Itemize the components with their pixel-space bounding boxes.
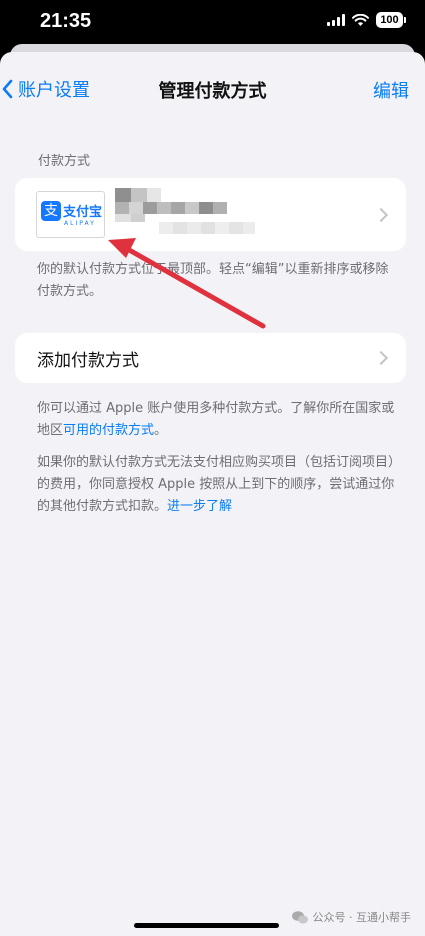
add-payment-method-button[interactable]: 添加付款方式 [15,333,406,383]
alipay-logo: 支 支付宝 ALIPAY [36,191,105,238]
wechat-icon [291,910,308,923]
alipay-logo-subtext: ALIPAY [64,220,96,227]
navigation-bar: 账户设置 管理付款方式 编辑 [0,52,425,124]
status-icons: 100 [327,12,406,28]
payment-methods-footer: 你的默认付款方式位于最顶部。轻点“编辑”以重新排序或移除付款方式。 [37,262,389,299]
available-payment-methods-link[interactable]: 可用的付款方式 [63,423,154,438]
watermark: 公众号 · 互通小帮手 [291,909,412,925]
billing-order-info-text: 如果你的默认付款方式无法支付相应购买项目（包括订阅项目）的费用，你同意授权 Ap… [37,452,397,518]
payment-sheet: 账户设置 管理付款方式 编辑 付款方式 支 支付宝 ALIPAY 你的默认付款方… [0,52,425,936]
payment-info-text: 你可以通过 Apple 账户使用多种付款方式。了解你所在国家或地区可用的付款方式… [37,398,397,442]
learn-more-link[interactable]: 进一步了解 [167,499,232,514]
status-bar: 21:35 100 [0,0,425,48]
status-time: 21:35 [40,10,92,32]
payment-methods-header: 付款方式 [38,154,91,169]
alipay-glyph-icon: 支 [41,201,61,221]
alipay-logo-text: 支付宝 [63,205,103,220]
edit-button[interactable]: 编辑 [373,77,409,103]
page-title: 管理付款方式 [158,81,267,102]
watermark-text: 公众号 · 互通小帮手 [312,911,412,924]
home-indicator[interactable] [134,923,279,928]
cellular-signal-icon [327,14,345,26]
payment-info-suffix: 。 [154,423,168,438]
battery-icon: 100 [376,12,406,28]
alipay-payment-row[interactable]: 支 支付宝 ALIPAY [15,178,406,251]
add-payment-method-label: 添加付款方式 [37,351,139,371]
chevron-right-icon [373,207,389,222]
chevron-right-icon [373,350,389,366]
wifi-icon [352,14,369,26]
